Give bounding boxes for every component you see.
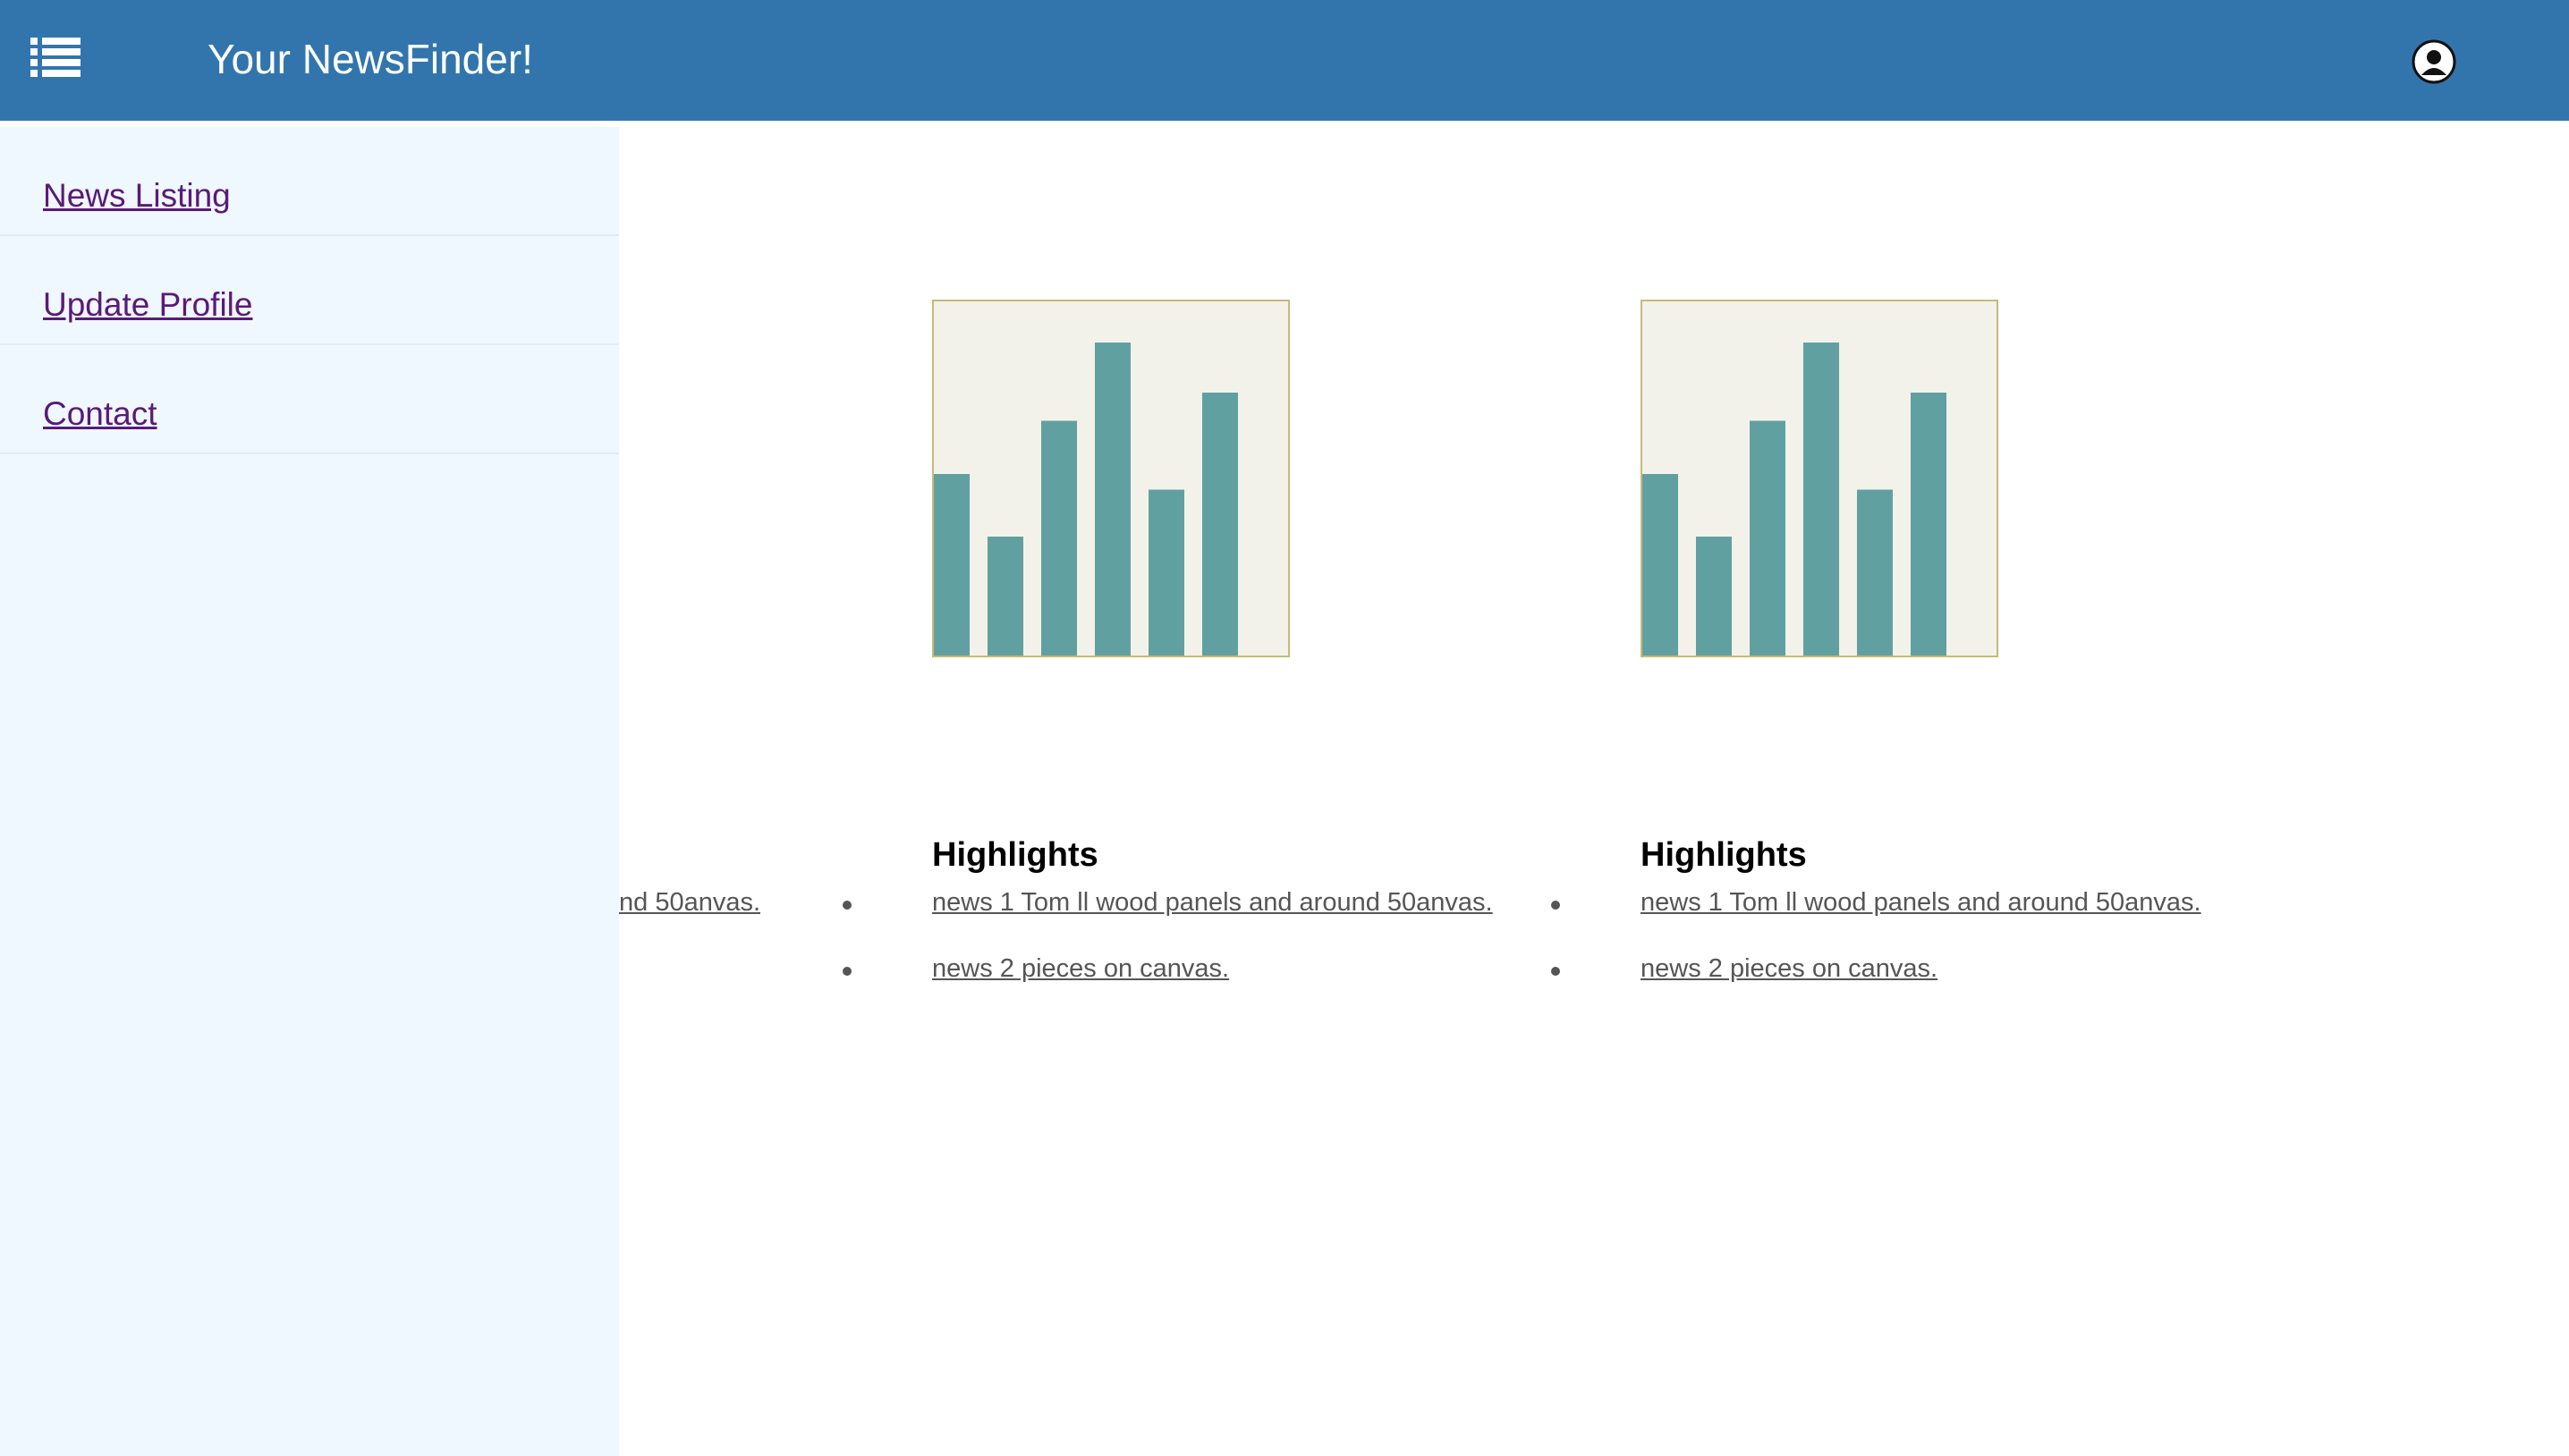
chart-bar bbox=[1750, 420, 1785, 656]
news-item: news 1 Tom ll wood panels and around 50a… bbox=[1551, 888, 2201, 954]
chart-bar bbox=[1149, 489, 1184, 656]
sidebar: News Listing Update Profile Contact bbox=[0, 127, 619, 1456]
app-page: Your NewsFinder! nd 50anvas. Highlights bbox=[0, 0, 2569, 1456]
highlights-heading: Highlights bbox=[932, 836, 1098, 874]
bullet bbox=[843, 967, 852, 976]
bar-chart-svg bbox=[1642, 343, 1946, 656]
menu-toggle-button[interactable] bbox=[30, 38, 81, 77]
sidebar-item-news-listing[interactable]: News Listing bbox=[0, 127, 619, 236]
news-item: news 1 Tom ll wood panels and around 50a… bbox=[843, 888, 1493, 954]
top-header: Your NewsFinder! bbox=[0, 0, 2569, 121]
bullet bbox=[1551, 967, 1560, 976]
highlights-heading: Highlights bbox=[1641, 836, 1807, 874]
chart-bar bbox=[988, 537, 1023, 656]
chart-bar bbox=[1202, 393, 1238, 656]
user-circle-icon bbox=[2412, 39, 2456, 84]
chart-bar bbox=[1642, 474, 1678, 656]
news-link[interactable]: news 2 pieces on canvas. bbox=[932, 954, 1229, 983]
bar-chart bbox=[1641, 300, 1998, 657]
sidebar-item-label[interactable]: Update Profile bbox=[43, 286, 252, 324]
news-link[interactable]: news 1 Tom ll wood panels and around 50a… bbox=[1641, 888, 2201, 917]
news-link[interactable]: news 2 pieces on canvas. bbox=[1641, 954, 1937, 983]
list-icon bbox=[30, 38, 81, 77]
chart-bar bbox=[934, 474, 970, 656]
highlights-panel-1: Highlights news 1 Tom ll wood panels and… bbox=[843, 121, 1648, 1456]
chart-bar bbox=[1095, 343, 1131, 656]
chart-bar bbox=[1696, 537, 1732, 656]
news-item: news 2 pieces on canvas. bbox=[1551, 954, 2201, 1020]
sidebar-item-contact[interactable]: Contact bbox=[0, 345, 619, 454]
bar-chart bbox=[932, 300, 1290, 657]
news-link[interactable]: nd 50anvas. bbox=[619, 888, 760, 917]
sidebar-item-label[interactable]: Contact bbox=[43, 395, 157, 433]
news-list: news 1 Tom ll wood panels and around 50a… bbox=[1551, 888, 2201, 1020]
profile-button[interactable] bbox=[2412, 39, 2456, 84]
chart-bar bbox=[1911, 393, 1946, 656]
bullet bbox=[1551, 901, 1560, 910]
chart-bar bbox=[1041, 420, 1077, 656]
bar-chart-svg bbox=[934, 343, 1238, 656]
news-list: news 1 Tom ll wood panels and around 50a… bbox=[843, 888, 1493, 1020]
sidebar-item-update-profile[interactable]: Update Profile bbox=[0, 236, 619, 345]
bullet bbox=[843, 901, 852, 910]
highlights-panel-2: Highlights news 1 Tom ll wood panels and… bbox=[1551, 121, 2356, 1456]
sidebar-item-label[interactable]: News Listing bbox=[43, 177, 231, 215]
news-item: news 2 pieces on canvas. bbox=[843, 954, 1493, 1020]
chart-bar bbox=[1857, 489, 1893, 656]
app-title: Your NewsFinder! bbox=[208, 36, 533, 82]
chart-bar bbox=[1803, 343, 1839, 656]
news-link[interactable]: news 1 Tom ll wood panels and around 50a… bbox=[932, 888, 1493, 917]
